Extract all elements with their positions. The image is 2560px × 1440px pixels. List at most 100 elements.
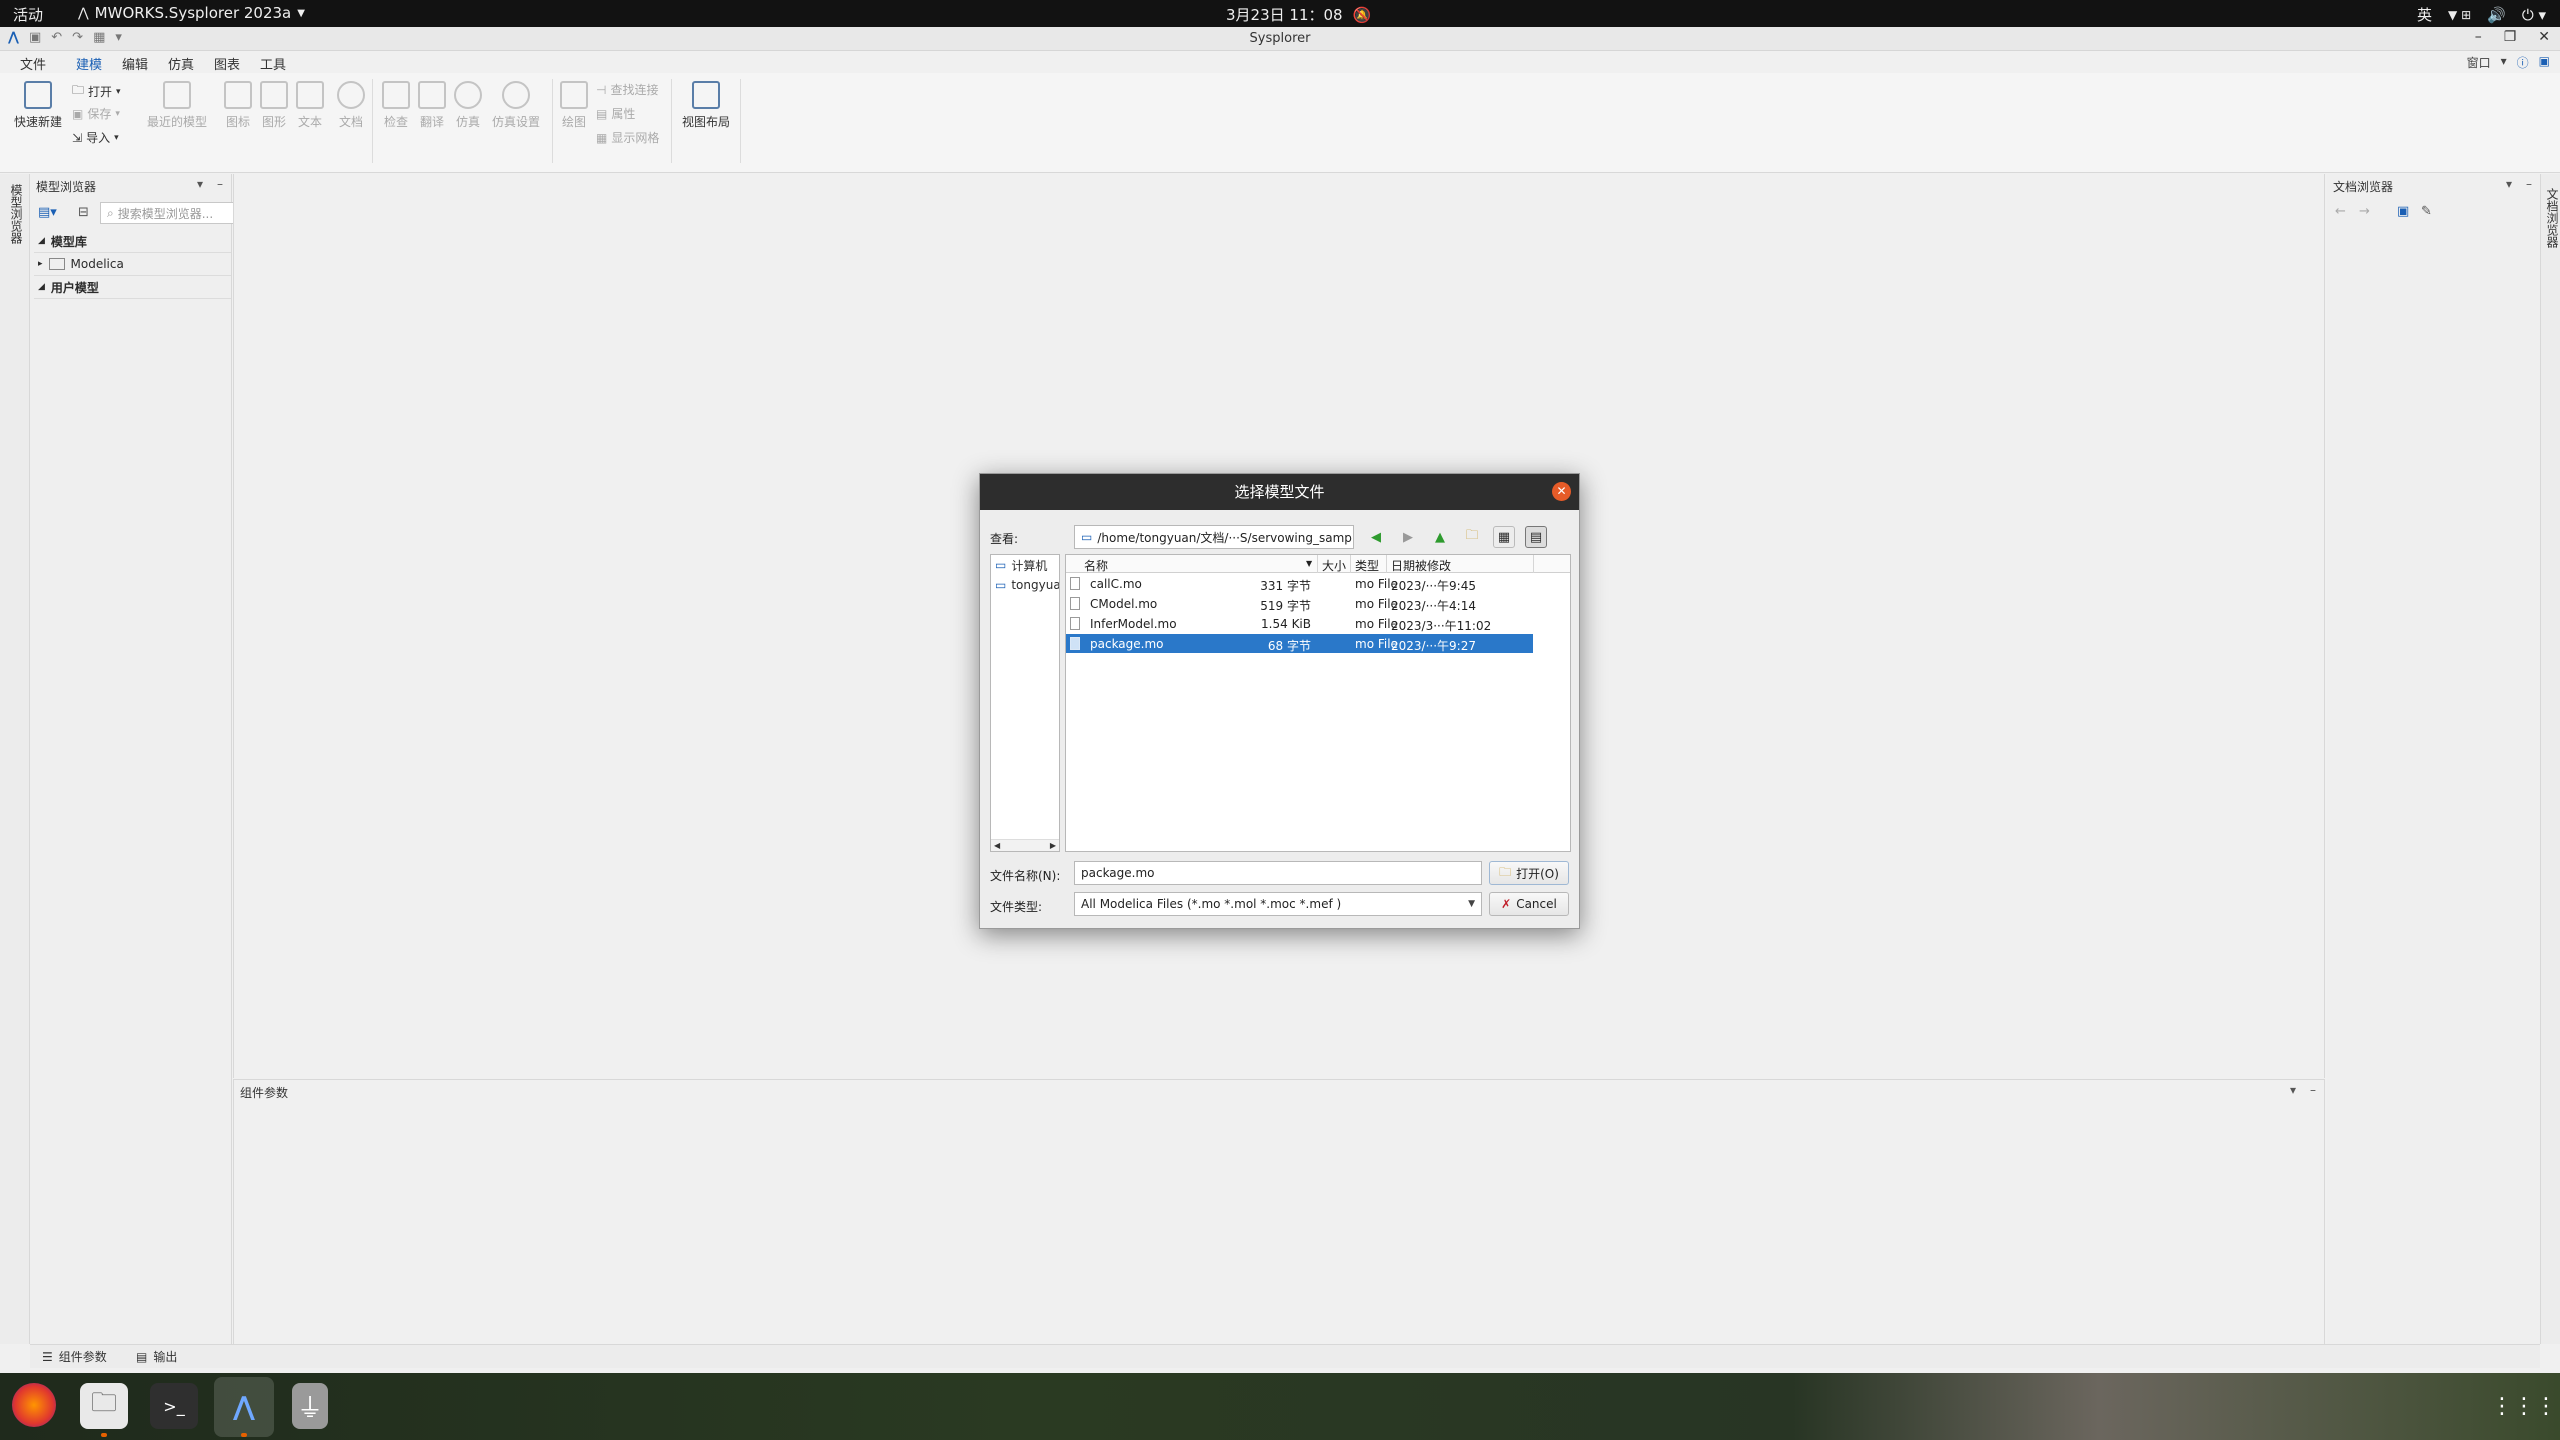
save-button[interactable]: ▣ 保存 ▾ [72,105,120,122]
chevron-down-icon[interactable]: ▾ [197,177,203,191]
sim-settings-button[interactable]: 仿真设置 [492,81,540,130]
recent-models-button[interactable]: 最近的模型 [147,81,207,130]
tab-model-browser-vertical[interactable]: 模型浏览器 [8,184,25,244]
sysplorer-icon[interactable]: ⋀ [214,1377,274,1437]
menu-tools[interactable]: 工具 [260,54,286,73]
import-button[interactable]: ⇲ 导入 ▾ [72,129,119,146]
draw-button[interactable]: 绘图 [560,81,588,130]
detail-view-icon[interactable]: ▤ [1525,526,1547,548]
file-size: 331 字节 [1260,579,1311,593]
diagram-view-button[interactable]: 图形 [260,81,288,130]
file-date: 2023/···午4:14 [1391,599,1476,613]
forward-icon[interactable]: → [2359,204,2370,219]
show-apps-icon[interactable]: ⋮⋮⋮ [2491,1383,2557,1429]
place-computer[interactable]: ▭ 计算机 [991,555,1059,575]
column-size[interactable]: 大小 [1322,557,1346,574]
usb-drive-icon[interactable]: ⏚ [292,1383,328,1429]
terminal-icon[interactable]: >_ [150,1383,198,1429]
tab-component-params[interactable]: ☰ 组件参数 [42,1348,107,1365]
quick-new-button[interactable]: 快速新建 [14,81,62,130]
parent-directory-icon[interactable]: ▲ [1429,526,1451,548]
look-in-label: 查看: [990,532,1019,546]
minimize-pane-icon[interactable]: – [217,177,223,191]
menu-edit[interactable]: 编辑 [122,54,148,73]
filetype-combo[interactable]: All Modelica Files (*.mo *.mol *.moc *.m… [1074,892,1482,916]
help-icon[interactable]: ⓘ [2517,54,2529,71]
layout-icon[interactable]: ▣ [2539,54,2550,71]
file-row-selected[interactable]: package.mo 68 字节 mo File 2023/···午9:27 [1066,634,1533,653]
new-folder-icon[interactable]: 🗀 [1461,526,1483,548]
open-button[interactable]: 🗀 打开 ▾ [72,81,121,102]
tab-document-browser-vertical[interactable]: 文档浏览器 [2544,188,2560,248]
icon-view-button[interactable]: 图标 [224,81,252,130]
back-icon[interactable]: ◀ [1365,526,1387,548]
activities-button[interactable]: 活动 [13,4,43,25]
tree-item-user-models[interactable]: ◢ 用户模型 [34,276,231,299]
list-view-icon[interactable]: ▦ [1493,526,1515,548]
file-row[interactable]: callC.mo 331 字节 mo File 2023/···午9:45 [1066,574,1533,593]
chevron-down-icon[interactable]: ▾ [2290,1083,2296,1097]
find-connection-button[interactable]: ⊣ 查找连接 [596,81,658,98]
simulate-button[interactable]: 仿真 [454,81,482,130]
file-list-header: 名称 ▼ 大小 类型 日期被修改 [1066,555,1570,573]
file-row[interactable]: CModel.mo 519 字节 mo File 2023/···午4:14 [1066,594,1533,613]
edit-icon[interactable]: ✎ [2421,204,2432,219]
view-mode-icon[interactable]: ▤▾ [38,205,57,220]
cancel-button[interactable]: ✗ Cancel [1489,892,1569,916]
place-label: 计算机 [1011,558,1048,573]
collapse-icon[interactable]: ⊟ [78,205,89,220]
check-button[interactable]: 检查 [382,81,410,130]
show-grid-button[interactable]: ▦ 显示网格 [596,129,659,146]
clock[interactable]: 3月23日 11：08 🔕 [1226,4,1371,25]
clock-label: 3月23日 11：08 [1226,6,1343,24]
input-method-label[interactable]: 英 [2417,4,2432,25]
forward-icon[interactable]: ▶ [1397,526,1419,548]
power-icon: ⏻ ▾ [2521,5,2546,24]
chevron-down-icon[interactable]: ▾ [2506,177,2512,191]
chevron-down-icon: ▾ [116,86,121,97]
menu-window[interactable]: 窗口 [2467,54,2491,71]
menu-file[interactable]: 文件 [20,54,46,73]
connection-icon: ⊣ [596,82,607,97]
properties-button[interactable]: ▤ 属性 [596,105,635,122]
column-type[interactable]: 类型 [1355,557,1379,574]
filename-input[interactable]: package.mo [1074,861,1482,885]
place-home[interactable]: ▭ tongyuan [991,575,1059,595]
dialog-close-icon[interactable]: ✕ [1552,482,1571,501]
chevron-down-icon[interactable]: ▾ [2501,54,2507,71]
tree-item-modelica[interactable]: ▸ Modelica [34,253,231,276]
file-row[interactable]: InferModel.mo 1.54 KiB mo File 2023/3···… [1066,614,1533,633]
file-size: 519 字节 [1260,599,1311,613]
doc-view-button[interactable]: 文档 [337,81,365,130]
minimize-pane-icon[interactable]: – [2310,1083,2316,1097]
view-layout-button[interactable]: 视图布局 [682,81,730,130]
diagram-view-label: 图形 [261,115,286,129]
minimize-pane-icon[interactable]: – [2526,177,2532,191]
doc-view-icon[interactable]: ▣ [2397,204,2409,219]
tree-item-library[interactable]: ◢ 模型库 [34,230,231,253]
system-tray[interactable]: 英 ▼ ⊞ 🔊 ⏻ ▾ [2417,4,2546,25]
minimize-icon[interactable]: – [2475,29,2482,45]
column-date[interactable]: 日期被修改 [1391,557,1451,574]
menu-simulation[interactable]: 仿真 [168,54,194,73]
close-icon[interactable]: ✕ [2538,29,2550,45]
scroll-left-icon[interactable]: ◀ [994,841,1000,850]
look-in-combo[interactable]: ▭ /home/tongyuan/文档/···S/servowing_sampl… [1074,525,1354,549]
open-button[interactable]: 🗀 打开(O) [1489,861,1569,885]
menu-charts[interactable]: 图表 [214,54,240,73]
tab-output[interactable]: ▤ 输出 [136,1348,177,1365]
text-view-button[interactable]: 文本 [296,81,324,130]
translate-button[interactable]: 翻译 [418,81,446,130]
files-icon[interactable]: 🗀 [80,1383,128,1429]
firefox-icon[interactable] [12,1383,56,1427]
sidebar-horizontal-scrollbar[interactable]: ◀ ▶ [991,839,1059,851]
column-name[interactable]: 名称 [1084,557,1108,574]
cancel-button-label: Cancel [1516,897,1557,911]
scroll-right-icon[interactable]: ▶ [1050,841,1056,850]
restore-icon[interactable]: ❐ [2504,29,2517,45]
window-controls: – ❐ ✕ [2475,29,2550,45]
back-icon[interactable]: ← [2335,204,2346,219]
sim-settings-icon [502,81,530,109]
quick-new-label: 快速新建 [14,115,63,129]
app-menu[interactable]: ⋀ MWORKS.Sysplorer 2023a ▼ [78,4,305,22]
